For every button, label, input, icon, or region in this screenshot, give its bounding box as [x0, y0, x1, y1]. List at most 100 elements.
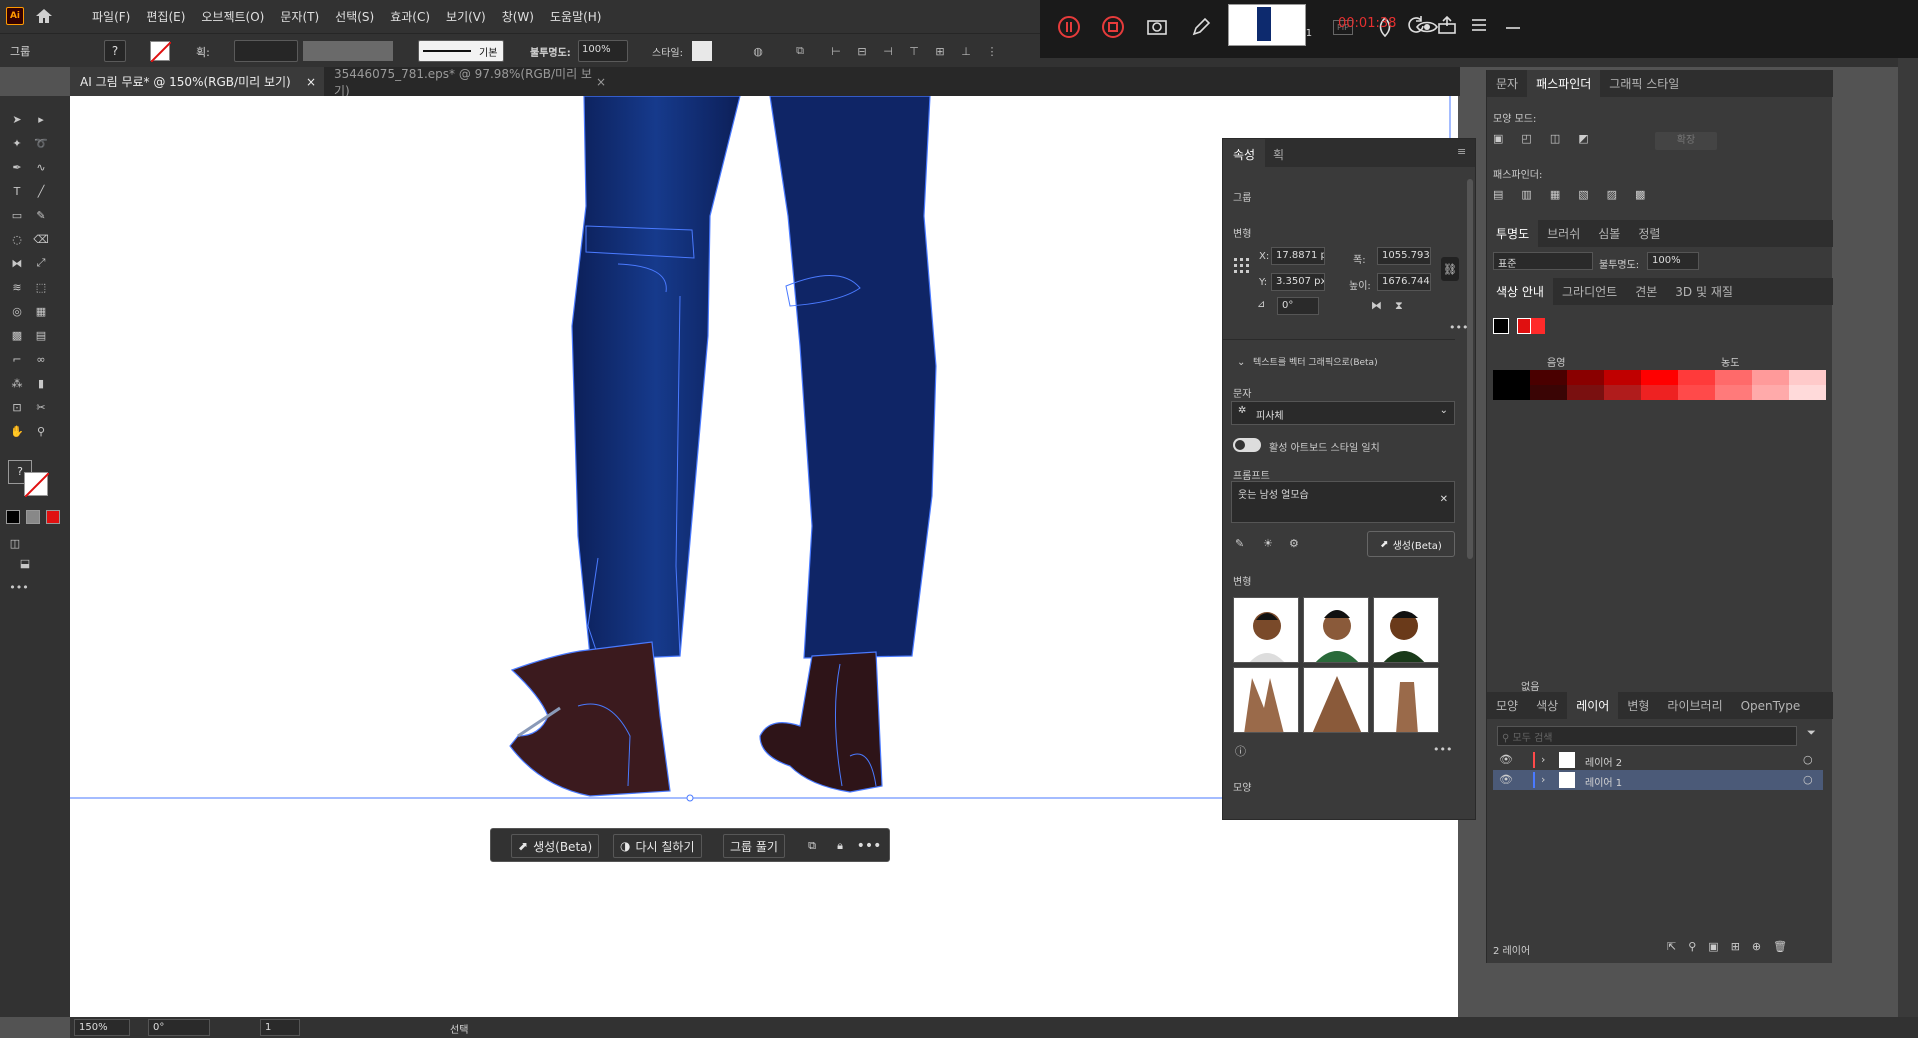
scale-icon[interactable]: ⤢ — [30, 252, 52, 274]
settings-gear-icon[interactable]: ⚙︎ — [1289, 537, 1299, 550]
tab-stroke[interactable]: 획 — [1273, 146, 1284, 163]
color-variation-swatch-8[interactable] — [1789, 385, 1826, 400]
layer-row-selected[interactable]: 👁︎ › 레이어 1 ○ — [1493, 770, 1823, 790]
pencil-icon[interactable] — [1186, 12, 1216, 42]
hand-tool-icon[interactable]: ✋ — [6, 420, 28, 442]
variation-thumb-2[interactable] — [1303, 597, 1369, 663]
trim-icon[interactable]: ▥ — [1521, 188, 1531, 201]
symbol-sprayer-icon[interactable]: ⁂ — [6, 372, 28, 394]
color-variation-swatch-2[interactable] — [1567, 370, 1604, 385]
menu-item-6[interactable]: 보기(V) — [438, 8, 494, 25]
prompt-textarea[interactable]: 웃는 남성 얼모습 ✕ — [1231, 481, 1455, 523]
variation-thumb-6[interactable] — [1373, 667, 1439, 733]
minus-back-icon[interactable]: ▩ — [1635, 188, 1645, 201]
expand-chevron-icon[interactable]: › — [1541, 773, 1545, 786]
flip-horizontal-icon[interactable]: ⧓ — [1371, 299, 1382, 312]
perspective-grid-icon[interactable]: ▦ — [30, 300, 52, 322]
layer-name[interactable]: 레이어 1 — [1585, 774, 1622, 789]
tab-close-icon[interactable]: × — [596, 75, 606, 89]
menu-icon[interactable] — [1464, 10, 1494, 40]
color-variation-swatch-6[interactable] — [1715, 385, 1752, 400]
warp-icon[interactable]: ≋ — [6, 276, 28, 298]
brush-definition[interactable]: 기본 — [418, 40, 504, 62]
y-input[interactable]: 3.3507 px — [1271, 273, 1325, 291]
layer-name[interactable]: 레이어 2 — [1585, 754, 1622, 769]
divide-icon[interactable]: ▤ — [1493, 188, 1503, 201]
home-icon[interactable] — [34, 6, 54, 26]
tab-transparency[interactable]: 투명도 — [1487, 220, 1539, 247]
color-variation-swatch-1[interactable] — [1530, 385, 1567, 400]
constrain-proportions-icon[interactable]: ⛓︎ — [1441, 257, 1459, 281]
color-variation-swatch-0[interactable] — [1493, 385, 1530, 400]
color-variation-swatch-3[interactable] — [1604, 385, 1641, 400]
rotate-view-select[interactable]: 0° — [148, 1019, 210, 1036]
harmony-swatch-2[interactable] — [1531, 318, 1545, 334]
tab-libraries[interactable]: 라이브러리 — [1658, 697, 1731, 714]
color-variation-swatch-7[interactable] — [1752, 370, 1789, 385]
reflect-icon[interactable]: ⧓ — [6, 252, 28, 274]
right-scrollbar[interactable] — [1898, 58, 1918, 1018]
unite-icon[interactable]: ▣ — [1493, 132, 1503, 145]
layer-row[interactable]: 👁︎ › 레이어 2 ○ — [1493, 750, 1823, 770]
new-sublayer-icon[interactable]: ⊞ — [1731, 940, 1740, 953]
magic-wand-icon[interactable]: ✦ — [6, 132, 28, 154]
tab-gradient[interactable]: 그라디언트 — [1553, 283, 1626, 300]
style-match-toggle[interactable] — [1233, 438, 1261, 452]
ungroup-button[interactable]: 그룹 풀기 — [723, 834, 785, 858]
width-input[interactable]: 1055.7933 — [1377, 247, 1431, 265]
variation-thumb-5[interactable] — [1303, 667, 1369, 733]
merge-icon[interactable]: ▦ — [1550, 188, 1560, 201]
selection-tool-icon[interactable]: ➤ — [6, 108, 28, 130]
blend-mode-select[interactable]: 표준 — [1493, 252, 1593, 270]
layers-search-input[interactable]: ⚲ 모두 검색 — [1497, 726, 1797, 746]
export-icon[interactable]: ⇱ — [1667, 940, 1676, 953]
color-variation-swatch-2[interactable] — [1567, 385, 1604, 400]
flip-vertical-icon[interactable]: ⧗ — [1395, 299, 1403, 313]
visibility-eye-icon[interactable]: 👁︎ — [1499, 753, 1513, 766]
clipping-mask-icon[interactable]: ▣ — [1708, 940, 1718, 953]
more-variations-icon[interactable]: ••• — [1433, 743, 1452, 756]
screenshot-icon[interactable] — [1142, 12, 1172, 42]
tab-brushes[interactable]: 브러쉬 — [1538, 225, 1589, 242]
tab-layers[interactable]: 레이어 — [1567, 692, 1619, 719]
target-icon[interactable]: ○ — [1803, 773, 1813, 786]
lock-icon[interactable]: 🔒︎ — [831, 837, 849, 855]
color-variation-swatch-5[interactable] — [1678, 385, 1715, 400]
menu-item-8[interactable]: 도움말(H) — [542, 8, 610, 25]
opacity-input[interactable]: 100% — [578, 40, 628, 62]
exclude-icon[interactable]: ◩ — [1578, 132, 1588, 145]
info-icon[interactable]: ⓘ — [1235, 743, 1246, 759]
tab-graphic-styles[interactable]: 그래픽 스타일 — [1600, 75, 1688, 92]
graphic-style-swatch[interactable] — [692, 41, 712, 61]
direct-selection-tool-icon[interactable]: ▸ — [30, 108, 52, 130]
menu-item-2[interactable]: 오브젝트(O) — [193, 8, 272, 25]
align-hcenter-icon[interactable]: ⊟ — [852, 43, 872, 59]
tab-3d-materials[interactable]: 3D 및 재질 — [1666, 283, 1742, 300]
blend-icon[interactable]: ∞ — [30, 348, 52, 370]
slice-icon[interactable]: ✂ — [30, 396, 52, 418]
color-variation-swatch-5[interactable] — [1678, 370, 1715, 385]
refresh-icon[interactable] — [1400, 10, 1430, 40]
variable-width-profile[interactable] — [303, 41, 393, 61]
base-color-swatch[interactable] — [1493, 318, 1509, 334]
height-input[interactable]: 1676.744' — [1377, 273, 1431, 291]
align-right-icon[interactable]: ⊣ — [878, 43, 898, 59]
pause-record-icon[interactable] — [1054, 12, 1084, 42]
line-tool-icon[interactable]: ╱ — [30, 180, 52, 202]
mesh-icon[interactable]: ▩ — [6, 324, 28, 346]
color-variation-swatch-0[interactable] — [1493, 370, 1530, 385]
shaper-icon[interactable]: ◌ — [6, 228, 28, 250]
x-input[interactable]: 17.8871 p — [1271, 247, 1325, 265]
type-tool-icon[interactable]: T — [6, 180, 28, 202]
rectangle-tool-icon[interactable]: ▭ — [6, 204, 28, 226]
stop-record-icon[interactable] — [1098, 12, 1128, 42]
generate-beta-button[interactable]: ⬈ 생성(Beta) — [1367, 531, 1455, 557]
align-bottom-icon[interactable]: ⊥ — [956, 43, 976, 59]
variation-thumb-3[interactable] — [1373, 597, 1439, 663]
tab-opentype[interactable]: OpenType — [1732, 699, 1810, 713]
tab-ai-drawing[interactable]: AI 그림 무료* @ 150%(RGB/미리 보기) × — [70, 67, 324, 96]
screen-mode-icon[interactable]: ⬓ — [14, 552, 36, 574]
graph-icon[interactable]: ▮ — [30, 372, 52, 394]
stroke-weight-input[interactable] — [234, 40, 298, 62]
reference-point-icon[interactable] — [1233, 257, 1251, 275]
